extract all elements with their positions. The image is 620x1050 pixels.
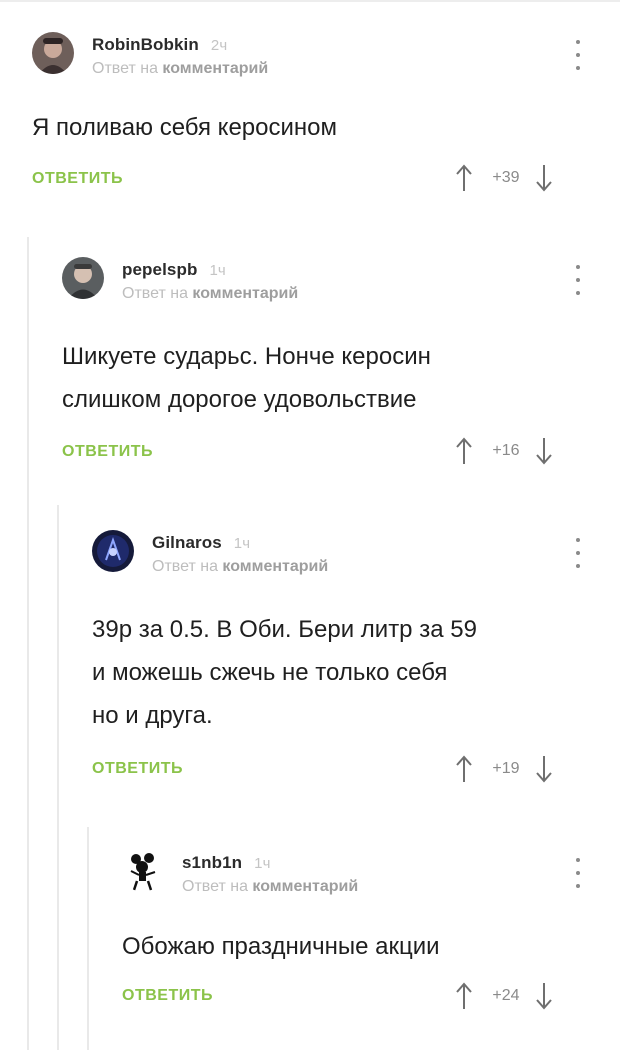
thread-line-level-2[interactable] — [57, 505, 59, 1050]
reply-to-link[interactable]: комментарий — [192, 285, 298, 302]
thread-line-level-1[interactable] — [27, 237, 29, 1050]
more-vertical-icon[interactable] — [575, 538, 581, 568]
vote-controls: +16 — [455, 436, 553, 466]
comment-text-line: Шикуете сударьс. Нонче керосин — [62, 343, 431, 370]
username[interactable]: Gilnaros 1ч — [152, 533, 250, 553]
comment-text: Я поливаю себя керосином — [32, 106, 337, 149]
more-vertical-icon[interactable] — [575, 265, 581, 295]
arrow-up-icon[interactable] — [455, 982, 473, 1010]
comment-time: 1ч — [254, 855, 271, 872]
vote-controls: +39 — [455, 163, 553, 193]
comment-text-line: 39р за 0.5. В Оби. Бери литр за 59 — [92, 616, 477, 643]
reply-to-link[interactable]: комментарий — [252, 878, 358, 895]
comment-s1nb1n: s1nb1n 1ч Ответ на комментарий Обожаю пра… — [122, 850, 620, 1020]
avatar[interactable] — [62, 257, 104, 299]
arrow-down-icon[interactable] — [535, 164, 553, 192]
reply-button[interactable]: ОТВЕТИТЬ — [92, 760, 183, 778]
arrow-up-icon[interactable] — [455, 755, 473, 783]
comment-text: 39р за 0.5. В Оби. Бери литр за 59 и мож… — [92, 608, 477, 737]
arrow-down-icon[interactable] — [535, 755, 553, 783]
username-text[interactable]: Gilnaros — [152, 533, 222, 552]
comment-text: Обожаю праздничные акции — [122, 925, 440, 968]
reply-button[interactable]: ОТВЕТИТЬ — [62, 443, 153, 461]
comment-gilnaros: Gilnaros 1ч Ответ на комментарий 39р за 0… — [92, 530, 620, 790]
reply-button[interactable]: ОТВЕТИТЬ — [122, 987, 213, 1005]
more-vertical-icon[interactable] — [575, 40, 581, 70]
thread-line-level-3[interactable] — [87, 827, 89, 1050]
username-text[interactable]: RobinBobkin — [92, 35, 199, 54]
username[interactable]: RobinBobkin 2ч — [92, 35, 227, 55]
top-divider — [0, 0, 620, 2]
rating: +16 — [492, 442, 520, 459]
comment-text-line: и можешь сжечь не только себя — [92, 659, 448, 686]
comment-text: Шикуете сударьс. Нонче керосин слишком д… — [62, 335, 431, 421]
reply-to-info: Ответ на комментарий — [122, 285, 298, 303]
username[interactable]: pepelspb 1ч — [122, 260, 226, 280]
avatar[interactable] — [32, 32, 74, 74]
vote-controls: +24 — [455, 981, 553, 1011]
comment-text-line: но и друга. — [92, 702, 213, 729]
arrow-up-icon[interactable] — [455, 437, 473, 465]
username-text[interactable]: pepelspb — [122, 260, 197, 279]
reply-to-info: Ответ на комментарий — [152, 558, 328, 576]
comment-robinbobkin: RobinBobkin 2ч Ответ на комментарий Я пол… — [32, 32, 620, 202]
rating: +24 — [492, 987, 520, 1004]
avatar[interactable] — [122, 850, 164, 892]
arrow-down-icon[interactable] — [535, 437, 553, 465]
arrow-up-icon[interactable] — [455, 164, 473, 192]
reply-to-prefix: Ответ на — [92, 60, 158, 77]
vote-controls: +19 — [455, 754, 553, 784]
reply-button[interactable]: ОТВЕТИТЬ — [32, 170, 123, 188]
reply-to-link[interactable]: комментарий — [222, 558, 328, 575]
reply-to-prefix: Ответ на — [182, 878, 248, 895]
comment-time: 1ч — [209, 262, 226, 279]
reply-to-link[interactable]: комментарий — [162, 60, 268, 77]
reply-to-info: Ответ на комментарий — [182, 878, 358, 896]
comment-text-line: слишком дорогое удовольствие — [62, 386, 417, 413]
avatar[interactable] — [92, 530, 134, 572]
reply-to-prefix: Ответ на — [122, 285, 188, 302]
reply-to-info: Ответ на комментарий — [92, 60, 268, 78]
rating: +39 — [492, 169, 520, 186]
comment-text-line: Обожаю праздничные акции — [122, 933, 440, 960]
rating: +19 — [492, 760, 520, 777]
comment-time: 2ч — [210, 37, 228, 54]
comment-time: 1ч — [233, 535, 251, 552]
comment-pepelspb: pepelspb 1ч Ответ на комментарий Шикуете … — [62, 257, 620, 477]
arrow-down-icon[interactable] — [535, 982, 553, 1010]
more-vertical-icon[interactable] — [575, 858, 581, 888]
username[interactable]: s1nb1n 1ч — [182, 853, 270, 873]
comment-text-line: Я поливаю себя керосином — [32, 114, 338, 141]
reply-to-prefix: Ответ на — [152, 558, 218, 575]
username-text[interactable]: s1nb1n — [182, 853, 242, 872]
